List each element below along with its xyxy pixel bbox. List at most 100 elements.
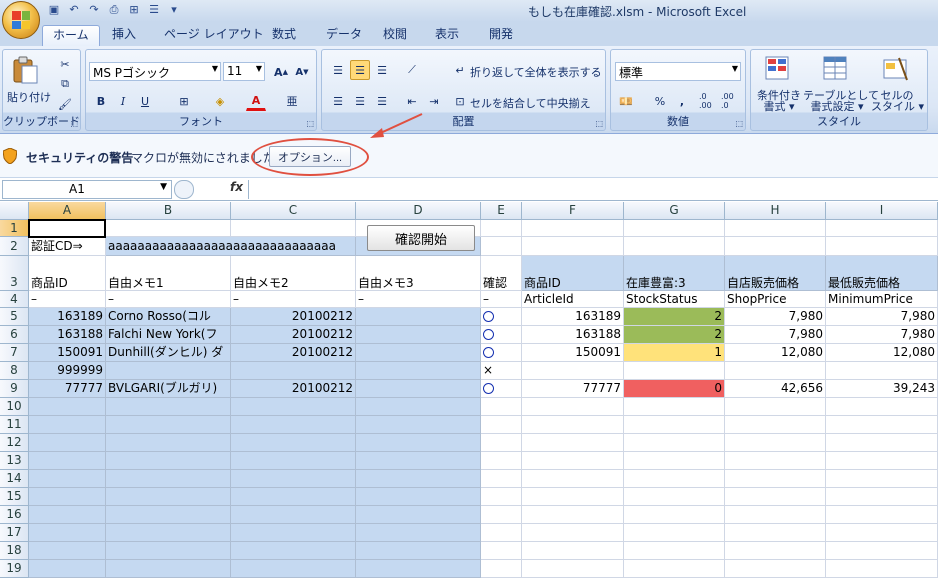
subheader-d[interactable]: –	[356, 291, 481, 308]
cell-f13-bg[interactable]	[522, 452, 624, 470]
confirm-cell[interactable]	[481, 380, 522, 398]
cell-f18-bg[interactable]	[522, 542, 624, 560]
auth-code-value[interactable]: aaaaaaaaaaaaaaaaaaaaaaaaaaaaaaa	[106, 237, 356, 256]
header-h[interactable]: 自店販売価格	[725, 256, 826, 291]
cell-d17-bg[interactable]	[356, 524, 481, 542]
row-header-2[interactable]: 2	[0, 237, 29, 256]
cell-e2-bg[interactable]	[481, 237, 522, 256]
align-center-icon[interactable]: ☰	[350, 91, 370, 111]
row-header-14[interactable]: 14	[0, 470, 29, 488]
cell-e18-bg[interactable]	[481, 542, 522, 560]
save-icon[interactable]: ▣	[46, 2, 62, 18]
header-g[interactable]: 在庫豊富:3	[624, 256, 725, 291]
formula-bar-toggle[interactable]	[174, 180, 194, 199]
cell-h1-bg[interactable]	[725, 220, 826, 237]
cell-b14-bg[interactable]	[106, 470, 231, 488]
cell-c12-bg[interactable]	[231, 434, 356, 452]
row-header-7[interactable]: 7	[0, 344, 29, 362]
confirm-cell[interactable]: ×	[481, 362, 522, 380]
cell-e1-bg[interactable]	[481, 220, 522, 237]
subheader-c[interactable]: –	[231, 291, 356, 308]
row-header-4[interactable]: 4	[0, 291, 29, 308]
tab-formulas[interactable]: 数式	[268, 25, 300, 46]
cell-e13-bg[interactable]	[481, 452, 522, 470]
cell-i17-bg[interactable]	[826, 524, 938, 542]
cell-a12-bg[interactable]	[29, 434, 106, 452]
cell-b17-bg[interactable]	[106, 524, 231, 542]
tab-page-layout[interactable]: ページ レイアウト	[160, 25, 268, 46]
cell-g18-bg[interactable]	[624, 542, 725, 560]
cell-c19-bg[interactable]	[231, 560, 356, 578]
shop-price-cell[interactable]: 42,656	[725, 380, 826, 398]
print-preview-icon[interactable]: ⎙	[106, 2, 122, 18]
cell-a13-bg[interactable]	[29, 452, 106, 470]
cell-e17-bg[interactable]	[481, 524, 522, 542]
cell-d14-bg[interactable]	[356, 470, 481, 488]
redo-icon[interactable]: ↷	[86, 2, 102, 18]
cell-g19-bg[interactable]	[624, 560, 725, 578]
borders-icon[interactable]: ⊞	[174, 91, 194, 111]
cell-g17-bg[interactable]	[624, 524, 725, 542]
header-b[interactable]: 自由メモ1	[106, 256, 231, 291]
shop-price-cell[interactable]	[725, 362, 826, 380]
stock-status-cell[interactable]: 2	[624, 326, 725, 344]
header-d[interactable]: 自由メモ3	[356, 256, 481, 291]
cell-b18-bg[interactable]	[106, 542, 231, 560]
cell-f12-bg[interactable]	[522, 434, 624, 452]
align-middle-icon[interactable]: ☰	[350, 60, 370, 80]
article-id-cell[interactable]: 163189	[29, 308, 106, 326]
cell-g16-bg[interactable]	[624, 506, 725, 524]
cell-e12-bg[interactable]	[481, 434, 522, 452]
cell-c16-bg[interactable]	[231, 506, 356, 524]
cell-c11-bg[interactable]	[231, 416, 356, 434]
phonetic-guide-icon[interactable]: 亜	[282, 91, 302, 111]
align-top-icon[interactable]: ☰	[328, 60, 348, 80]
shrink-font-icon[interactable]: A ▼	[292, 62, 312, 82]
row-header-18[interactable]: 18	[0, 542, 29, 560]
formula-input[interactable]	[248, 180, 936, 199]
minimum-price-cell[interactable]: 7,980	[826, 326, 938, 344]
cell-b13-bg[interactable]	[106, 452, 231, 470]
decrease-indent-icon[interactable]: ⇤	[402, 91, 422, 111]
confirm-cell[interactable]	[481, 326, 522, 344]
column-header-h[interactable]: H	[725, 202, 826, 220]
cell-g12-bg[interactable]	[624, 434, 725, 452]
cell-g2-bg[interactable]	[624, 237, 725, 256]
cell-f2-bg[interactable]	[522, 237, 624, 256]
fill-color-icon[interactable]: ◈	[210, 91, 230, 111]
select-all-corner[interactable]	[0, 202, 29, 220]
currency-icon[interactable]: 💴	[616, 91, 636, 111]
format-painter-icon[interactable]: 🖌	[55, 94, 75, 114]
stock-status-cell[interactable]: 1	[624, 344, 725, 362]
cell-e14-bg[interactable]	[481, 470, 522, 488]
cell-g15-bg[interactable]	[624, 488, 725, 506]
cell-i1-bg[interactable]	[826, 220, 938, 237]
percent-icon[interactable]: %	[650, 91, 670, 111]
memo2-cell[interactable]	[231, 362, 356, 380]
cell-b16-bg[interactable]	[106, 506, 231, 524]
article-id-cell[interactable]: 999999	[29, 362, 106, 380]
tab-data[interactable]: データ	[322, 25, 366, 46]
cell-a19-bg[interactable]	[29, 560, 106, 578]
grow-font-icon[interactable]: A ▲	[271, 62, 291, 82]
tab-home[interactable]: ホーム	[42, 25, 100, 46]
cell-h18-bg[interactable]	[725, 542, 826, 560]
header-c[interactable]: 自由メモ2	[231, 256, 356, 291]
cell-i11-bg[interactable]	[826, 416, 938, 434]
cell-f1-bg[interactable]	[522, 220, 624, 237]
cell-e16-bg[interactable]	[481, 506, 522, 524]
cell-b12-bg[interactable]	[106, 434, 231, 452]
form-icon[interactable]: ☰	[146, 2, 162, 18]
memo2-cell[interactable]: 20100212	[231, 308, 356, 326]
cell-h12-bg[interactable]	[725, 434, 826, 452]
cell-h15-bg[interactable]	[725, 488, 826, 506]
cell-c13-bg[interactable]	[231, 452, 356, 470]
align-left-icon[interactable]: ☰	[328, 91, 348, 111]
subheader-i[interactable]: MinimumPrice	[826, 291, 938, 308]
cell-g1-bg[interactable]	[624, 220, 725, 237]
cell-e19-bg[interactable]	[481, 560, 522, 578]
cell-i12-bg[interactable]	[826, 434, 938, 452]
result-article-id-cell[interactable]: 150091	[522, 344, 624, 362]
comma-icon[interactable]: ,	[672, 91, 692, 111]
cell-d18-bg[interactable]	[356, 542, 481, 560]
